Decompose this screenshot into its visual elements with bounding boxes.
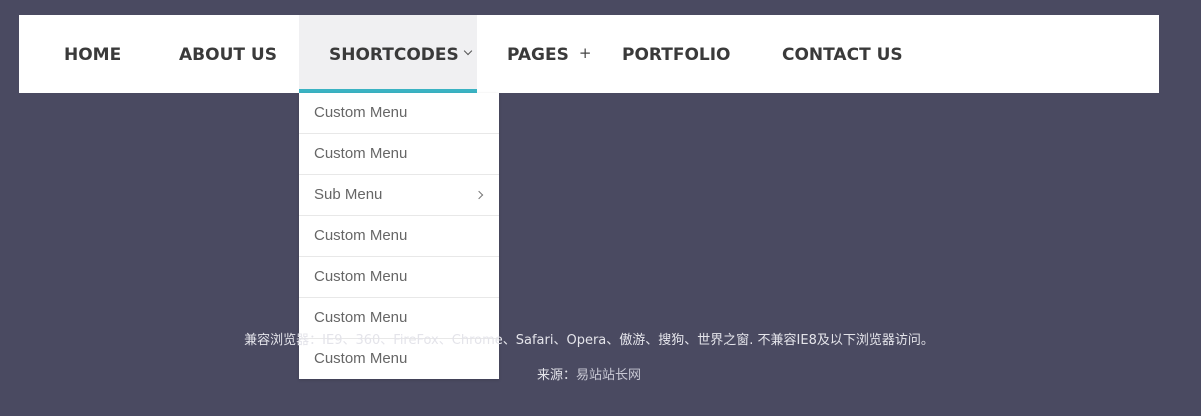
nav-item-pages[interactable]: PAGES + (507, 15, 591, 93)
dropdown-item-custom-menu[interactable]: Custom Menu (299, 93, 499, 134)
dropdown-item-label: Custom Menu (314, 309, 408, 326)
browser-compatibility-note: 兼容浏览器：IE9、360、FireFox、Chrome、Safari、Oper… (244, 333, 934, 348)
nav-item-shortcodes[interactable]: SHORTCODES (299, 15, 477, 93)
chevron-down-icon (463, 46, 472, 56)
nav-item-home[interactable]: HOME (64, 15, 121, 93)
nav-item-label: PAGES (507, 45, 569, 65)
source-label: 来源： (536, 368, 576, 383)
main-navbar: HOME ABOUT US SHORTCODES PAGES + PORTFOLI… (19, 15, 1159, 93)
source-credit: 来源：易站站长网 (0, 364, 1178, 383)
page: HOME ABOUT US SHORTCODES PAGES + PORTFOLI… (0, 0, 1201, 416)
dropdown-item-custom-menu[interactable]: Custom Menu (299, 134, 499, 175)
chevron-right-icon (474, 190, 484, 200)
dropdown-item-label: Custom Menu (314, 268, 408, 285)
nav-item-label: PORTFOLIO (622, 45, 731, 65)
nav-item-label: SHORTCODES (329, 45, 459, 65)
nav-item-label: HOME (64, 45, 122, 65)
nav-item-contact-us[interactable]: CONTACT US (782, 15, 903, 93)
nav-item-label: CONTACT US (782, 45, 903, 65)
nav-item-about-us[interactable]: ABOUT US (179, 15, 277, 93)
dropdown-item-custom-menu[interactable]: Custom Menu (299, 257, 499, 298)
dropdown-item-label: Custom Menu (314, 104, 408, 121)
plus-icon: + (578, 44, 592, 62)
dropdown-item-label: Custom Menu (314, 145, 408, 162)
nav-item-label: ABOUT US (179, 45, 277, 65)
dropdown-item-sub-menu[interactable]: Sub Menu (299, 175, 499, 216)
nav-item-portfolio[interactable]: PORTFOLIO (622, 15, 731, 93)
source-link[interactable]: 易站站长网 (576, 368, 641, 383)
dropdown-item-label: Custom Menu (314, 227, 408, 244)
dropdown-item-custom-menu[interactable]: Custom Menu (299, 216, 499, 257)
dropdown-item-label: Sub Menu (314, 186, 383, 203)
